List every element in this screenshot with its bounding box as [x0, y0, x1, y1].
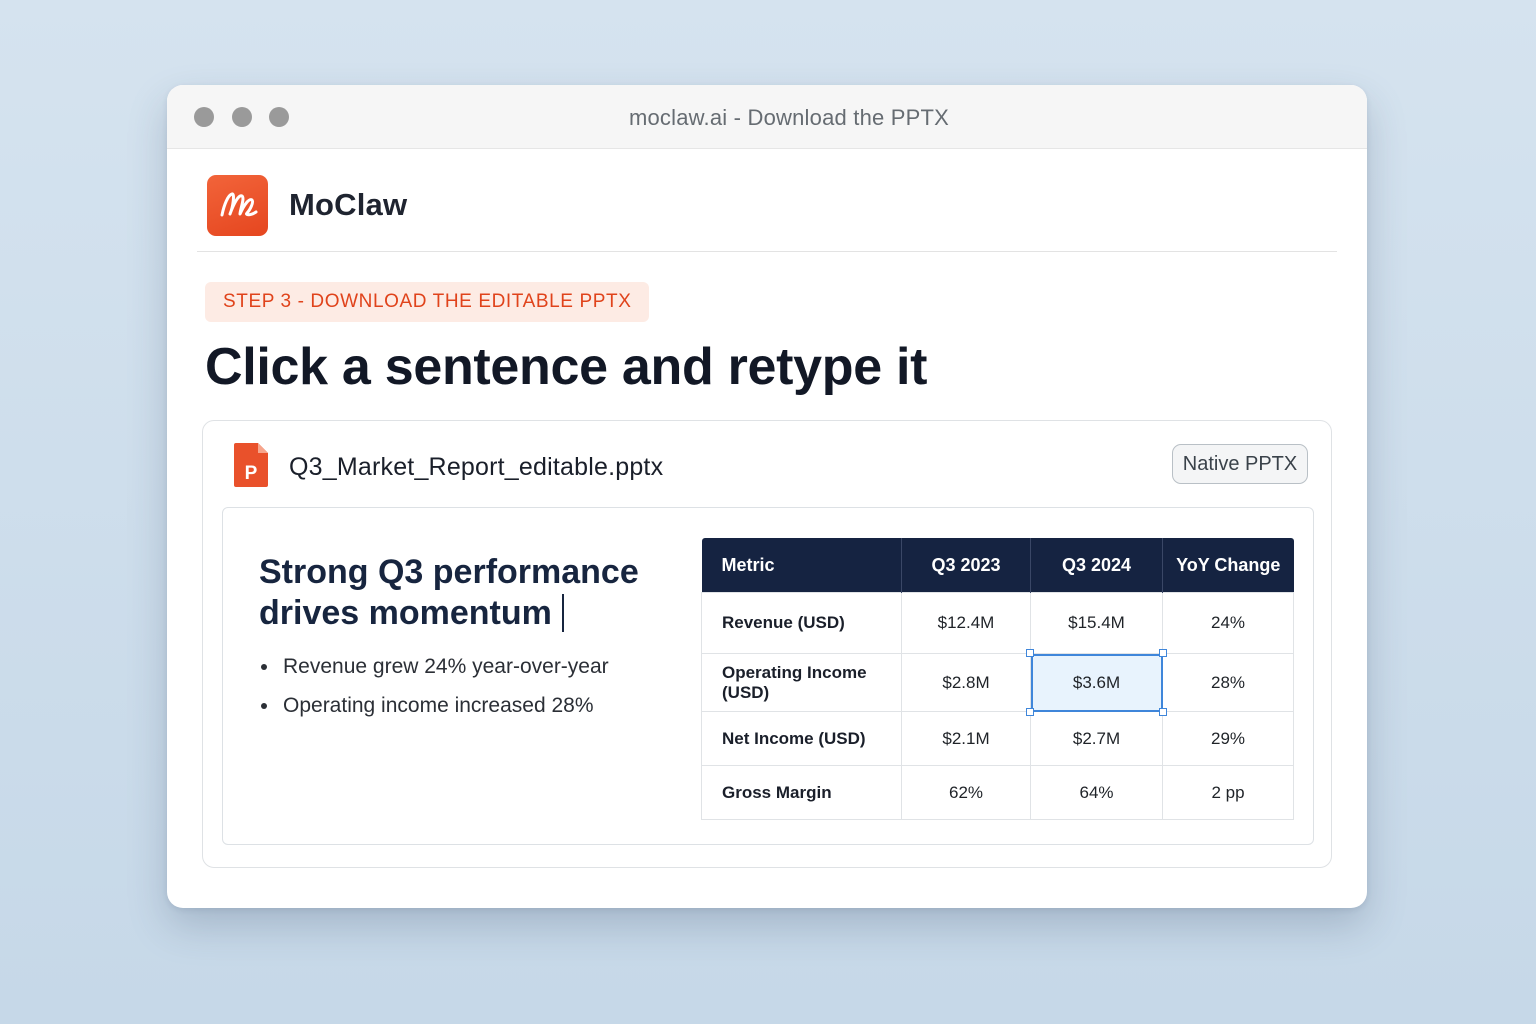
- table-row: Net Income (USD) $2.1M $2.7M 29%: [701, 711, 1294, 766]
- table-header-cell[interactable]: Q3 2024: [1030, 538, 1163, 593]
- browser-window: moclaw.ai - Download the PPTX MoClaw STE…: [167, 85, 1367, 908]
- slide-bullets: Revenue grew 24% year-over-year Operatin…: [259, 652, 609, 730]
- slide-preview: Strong Q3 performance drives momentum Re…: [222, 507, 1314, 845]
- bullet-text[interactable]: Revenue grew 24% year-over-year: [283, 655, 609, 678]
- bullet-dot-icon: [261, 664, 267, 670]
- table-header-cell[interactable]: Q3 2023: [901, 538, 1031, 593]
- powerpoint-file-icon: P: [232, 441, 272, 489]
- text-cursor: [561, 594, 564, 632]
- table-row: Revenue (USD) $12.4M $15.4M 24%: [701, 592, 1294, 654]
- file-name[interactable]: Q3_Market_Report_editable.pptx: [289, 453, 663, 482]
- table-cell[interactable]: 29%: [1162, 711, 1294, 766]
- brand-header[interactable]: MoClaw: [207, 174, 408, 236]
- table-row: Operating Income (USD) $2.8M $3.6M 28%: [701, 649, 1294, 716]
- table-cell[interactable]: 2 pp: [1162, 765, 1294, 820]
- native-pptx-badge: Native PPTX: [1172, 444, 1308, 484]
- brand-name: MoClaw: [289, 187, 408, 222]
- page-headline: Click a sentence and retype it: [205, 338, 928, 396]
- table-cell[interactable]: Net Income (USD): [701, 711, 902, 766]
- table-cell[interactable]: 62%: [901, 765, 1031, 820]
- file-icon-letter: P: [245, 463, 258, 484]
- table-cell[interactable]: $2.1M: [901, 711, 1031, 766]
- window-title: moclaw.ai - Download the PPTX: [628, 105, 950, 130]
- selected-table-cell[interactable]: $3.6M: [1026, 649, 1167, 716]
- table-cell[interactable]: Revenue (USD): [701, 592, 902, 654]
- title-bar: moclaw.ai - Download the PPTX: [167, 85, 1367, 149]
- table-cell[interactable]: $2.7M: [1030, 711, 1163, 766]
- table-header-cell[interactable]: YoY Change: [1162, 538, 1294, 593]
- step-badge: STEP 3 - DOWNLOAD THE EDITABLE PPTX: [205, 282, 650, 322]
- table-cell[interactable]: $15.4M: [1030, 592, 1163, 654]
- bullet-dot-icon: [261, 703, 267, 709]
- table-cell[interactable]: 24%: [1162, 592, 1294, 654]
- table-cell[interactable]: 28%: [1162, 653, 1294, 712]
- bullet-item[interactable]: Revenue grew 24% year-over-year: [259, 652, 609, 691]
- bullet-text[interactable]: Operating income increased 28%: [283, 694, 594, 717]
- table-header-cell[interactable]: Metric: [701, 538, 902, 593]
- slide-title-text[interactable]: Strong Q3 performance drives momentum: [259, 553, 639, 632]
- table-cell[interactable]: $2.8M: [901, 653, 1031, 712]
- slide-title[interactable]: Strong Q3 performance drives momentum: [259, 552, 679, 634]
- table-cell[interactable]: 64%: [1030, 765, 1163, 820]
- header-divider: [197, 251, 1337, 252]
- file-card: P Q3_Market_Report_editable.pptx Native …: [202, 420, 1332, 868]
- table-row: Gross Margin 62% 64% 2 pp: [701, 765, 1294, 820]
- table-cell[interactable]: Gross Margin: [701, 765, 902, 820]
- signature-logo-icon: [207, 174, 268, 236]
- table-header-row: Metric Q3 2023 Q3 2024 YoY Change: [701, 538, 1294, 593]
- table-cell[interactable]: $12.4M: [901, 592, 1031, 654]
- resize-handle[interactable]: [1026, 649, 1034, 657]
- metrics-table: Metric Q3 2023 Q3 2024 YoY Change Revenu…: [701, 538, 1294, 820]
- table-cell[interactable]: Operating Income (USD): [701, 653, 902, 712]
- selected-cell-text[interactable]: $3.6M: [1073, 673, 1120, 692]
- bullet-item[interactable]: Operating income increased 28%: [259, 691, 609, 730]
